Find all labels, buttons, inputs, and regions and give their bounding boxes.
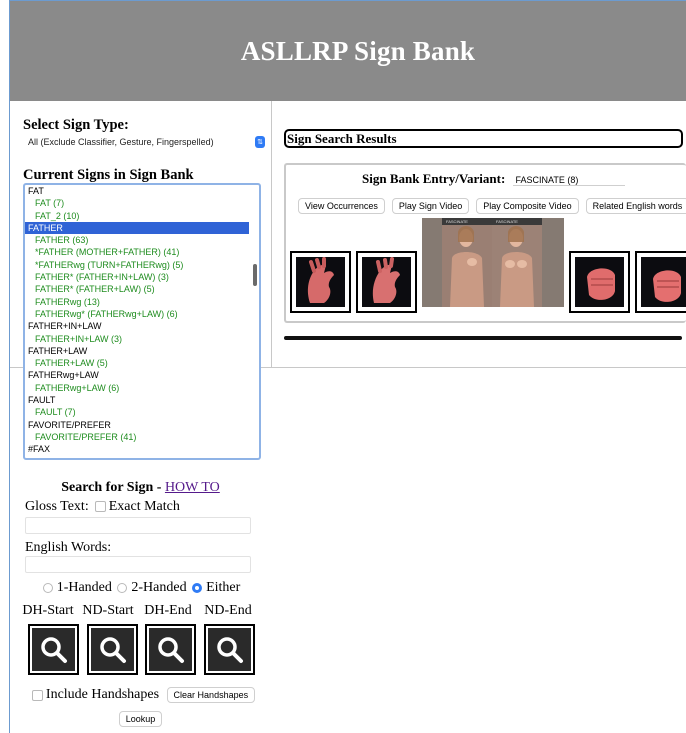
sign-variant-item[interactable]: FATHERwg (13)	[25, 296, 249, 308]
play-sign-video-button[interactable]: Play Sign Video	[391, 198, 470, 215]
handshape-thumbnail-3[interactable]	[569, 251, 630, 313]
nd-end-handshape-button[interactable]	[204, 624, 255, 675]
nd-end-label: ND-End	[204, 603, 252, 618]
sign-variant-item[interactable]: FAULT (7)	[25, 406, 249, 418]
view-occurrences-button[interactable]: View Occurrences	[298, 198, 385, 215]
sign-type-select[interactable]: All (Exclude Classifier, Gesture, Finger…	[24, 134, 267, 150]
open-hand-image	[296, 257, 345, 307]
howto-link[interactable]: HOW TO	[165, 480, 220, 495]
sign-gloss-item[interactable]: FATHER	[25, 221, 249, 235]
signs-list: FAT FAT (7) FAT_2 (10) FATHER FATHER (63) *FA…	[25, 185, 249, 456]
sign-gloss-item[interactable]: FAT	[25, 185, 249, 197]
chevron-updown-icon: ⇅	[255, 136, 265, 148]
related-english-words-button[interactable]: Related English words	[585, 198, 686, 215]
gloss-text-input[interactable]	[25, 517, 251, 534]
include-handshapes-checkbox[interactable]	[31, 689, 43, 701]
left-panel: Select Sign Type: All (Exclude Classifie…	[10, 101, 271, 733]
current-signs-label: Current Signs in Sign Bank	[23, 167, 194, 183]
one-handed-label: 1-Handed	[56, 580, 112, 595]
search-results-title: Sign Search Results	[284, 129, 683, 148]
sign-variant-item[interactable]: FATHER+LAW (5)	[25, 357, 249, 369]
signs-listbox[interactable]: FAT FAT (7) FAT_2 (10) FATHER FATHER (63) *FA…	[23, 183, 261, 460]
sign-gloss-item[interactable]: FATHER+LAW	[25, 345, 249, 357]
results-panel: Sign Search Results Sign Bank Entry/Vari…	[272, 101, 686, 367]
clear-handshapes-button[interactable]: Clear Handshapes	[166, 687, 256, 703]
sign-variant-item[interactable]: FATHER* (FATHER+IN+LAW) (3)	[25, 271, 249, 283]
magnifier-icon	[216, 636, 243, 663]
entry-actions: View Occurrences Play Sign Video Play Co…	[298, 197, 686, 215]
play-composite-video-button[interactable]: Play Composite Video	[476, 198, 579, 215]
sign-variant-item[interactable]: FATHERwg+LAW (6)	[25, 382, 249, 394]
nd-start-label: ND-Start	[82, 603, 134, 618]
select-sign-type-label: Select Sign Type:	[23, 117, 129, 133]
search-title-separator: -	[153, 480, 165, 495]
sign-variant-item[interactable]: FAVORITE/PREFER (41)	[25, 431, 249, 443]
gloss-text-label: Gloss Text:	[25, 499, 89, 514]
entry-variant-value: FASCINATE (8)	[512, 175, 625, 186]
handedness-radio-group: 1-Handed 2-Handed Either	[10, 580, 271, 596]
gloss-text-row: Gloss Text: Exact Match	[25, 499, 180, 515]
app-title: ASLLRP Sign Bank	[240, 35, 476, 66]
sign-gloss-item[interactable]: FATHER+IN+LAW	[25, 320, 249, 332]
open-hand-image	[362, 257, 411, 307]
handshape-thumbnail-2[interactable]	[356, 251, 417, 313]
sign-variant-item[interactable]: FATHER+IN+LAW (3)	[25, 333, 249, 345]
magnifier-icon	[157, 636, 184, 663]
either-radio[interactable]	[192, 582, 203, 593]
handshape-thumbnail-4[interactable]	[635, 251, 686, 313]
listbox-scrollbar[interactable]	[253, 264, 257, 286]
dh-start-handshape-button[interactable]	[28, 624, 79, 675]
dh-end-label: DH-End	[144, 603, 192, 618]
entry-variant-row: Sign Bank Entry/Variant: FASCINATE (8)	[362, 171, 625, 187]
english-words-label: English Words:	[25, 540, 112, 555]
sign-type-select-value: All (Exclude Classifier, Gesture, Finger…	[28, 137, 214, 147]
lookup-row: Lookup	[10, 710, 271, 728]
search-title-text: Search for Sign	[61, 480, 154, 495]
english-words-input[interactable]	[25, 556, 251, 573]
include-handshapes-label: Include Handshapes	[45, 687, 160, 703]
sign-gloss-item[interactable]: #FAX	[25, 443, 249, 455]
sign-variant-item[interactable]: FATHER* (FATHER+LAW) (5)	[25, 283, 249, 295]
either-label: Either	[206, 580, 241, 595]
nd-start-handshape-button[interactable]	[87, 624, 138, 675]
sign-variant-item[interactable]: *FATHERwg (TURN+FATHERwg) (5)	[25, 259, 249, 271]
magnifier-icon	[99, 636, 126, 663]
video-caption-right: FASCINATE	[496, 219, 518, 224]
video-caption-left: FASCINATE	[446, 219, 468, 224]
dh-start-label: DH-Start	[22, 603, 74, 618]
sign-gloss-item[interactable]: FATHERwg+LAW	[25, 369, 249, 381]
exact-match-checkbox[interactable]	[94, 501, 106, 513]
two-handed-radio[interactable]	[117, 582, 128, 593]
magnifier-icon	[40, 636, 67, 663]
sign-variant-item[interactable]: FATHERwg* (FATHERwg+LAW) (6)	[25, 308, 249, 320]
app-header: ASLLRP Sign Bank	[10, 0, 686, 101]
sign-variant-item[interactable]: *FATHER (MOTHER+FATHER) (41)	[25, 246, 249, 258]
exact-match-label: Exact Match	[108, 499, 180, 514]
entry-variant-label: Sign Bank Entry/Variant:	[362, 171, 506, 186]
results-separator	[284, 336, 682, 340]
sign-entry-panel: Sign Bank Entry/Variant: FASCINATE (8) V…	[284, 163, 686, 323]
signer-video-image: FASCINATE FASCINATE	[422, 218, 564, 307]
dh-end-handshape-button[interactable]	[145, 624, 196, 675]
include-handshapes-row: Include Handshapes Clear Handshapes	[10, 687, 271, 703]
sign-gloss-item[interactable]: FAVORITE/PREFER	[25, 419, 249, 431]
fist-hand-image	[575, 257, 624, 307]
fist-hand-image	[641, 257, 686, 307]
sign-variant-item[interactable]: FAT (7)	[25, 197, 249, 209]
one-handed-radio[interactable]	[42, 582, 53, 593]
two-handed-label: 2-Handed	[131, 580, 187, 595]
sign-variant-item[interactable]: FATHER (63)	[25, 234, 249, 246]
sign-video-still[interactable]: FASCINATE FASCINATE	[422, 218, 564, 307]
sign-variant-item[interactable]: FAT_2 (10)	[25, 210, 249, 222]
handshape-thumbnail-1[interactable]	[290, 251, 351, 313]
search-for-sign-heading: Search for Sign - HOW TO	[10, 480, 271, 496]
lookup-button[interactable]: Lookup	[118, 711, 163, 728]
sign-gloss-item[interactable]: FAULT	[25, 394, 249, 406]
